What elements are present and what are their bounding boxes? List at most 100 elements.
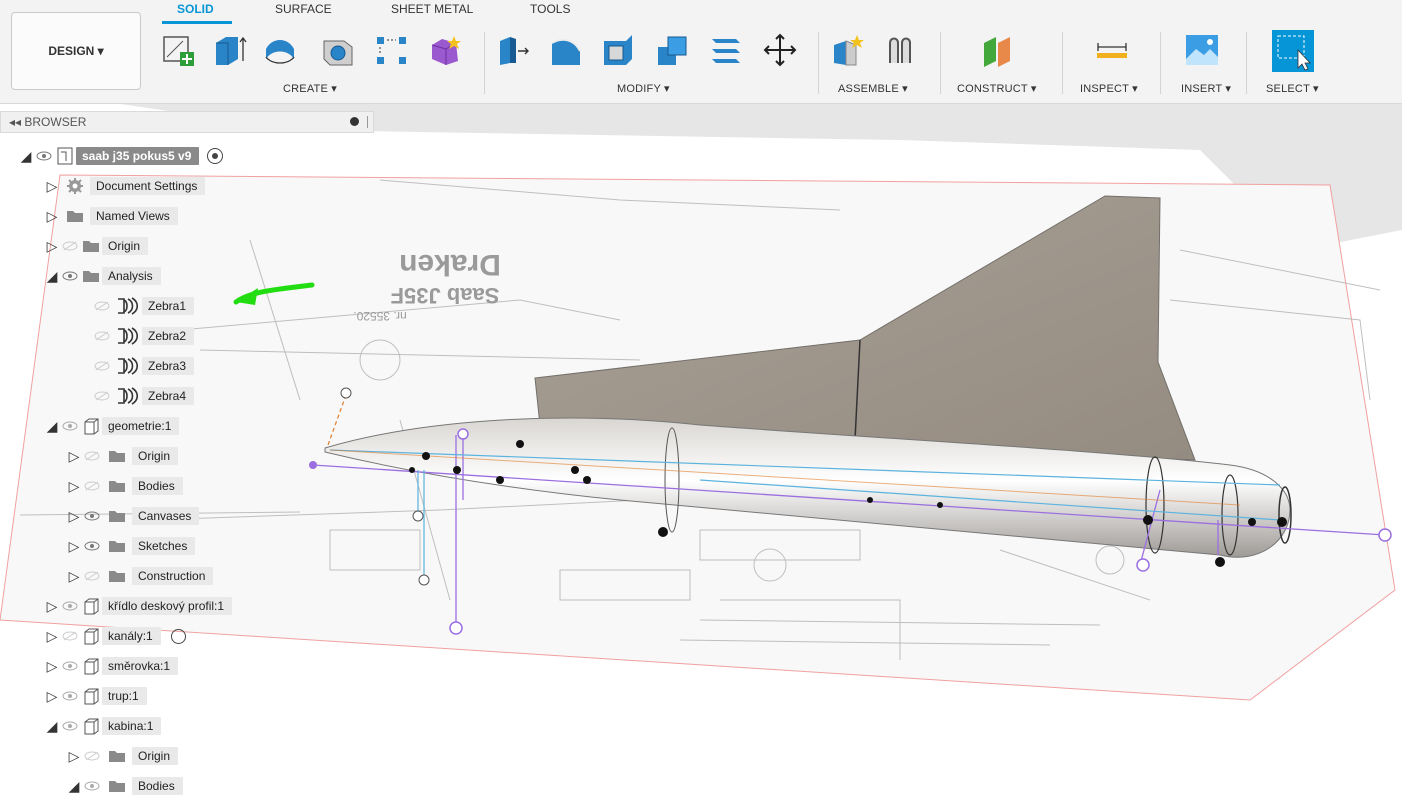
tree-item-geometrie[interactable]: ◢ geometrie:1 <box>44 415 180 437</box>
eye-icon[interactable] <box>82 776 102 796</box>
create-menu[interactable]: CREATE ▾ <box>283 82 337 95</box>
eye-hidden-icon[interactable] <box>60 236 80 256</box>
collapse-arrow-icon[interactable]: ◢ <box>44 418 60 435</box>
move-icon[interactable] <box>762 32 798 68</box>
workspace-switcher-button[interactable]: DESIGN ▾ <box>11 12 141 90</box>
create-sketch-icon[interactable] <box>160 32 196 68</box>
eye-icon[interactable] <box>60 266 80 286</box>
eye-icon[interactable] <box>60 656 80 676</box>
activate-radio-icon[interactable] <box>207 148 224 164</box>
eye-hidden-icon[interactable] <box>92 326 112 346</box>
new-component-icon[interactable] <box>830 32 866 68</box>
eye-hidden-icon[interactable] <box>92 296 112 316</box>
eye-hidden-icon[interactable] <box>82 746 102 766</box>
eye-hidden-icon[interactable] <box>82 446 102 466</box>
eye-hidden-icon[interactable] <box>92 356 112 376</box>
eye-hidden-icon[interactable] <box>82 476 102 496</box>
viewport-canvas[interactable]: Draken Saab J35F nr. 35520. <box>0 104 1402 806</box>
eye-icon[interactable] <box>82 536 102 556</box>
collapse-arrow-icon[interactable]: ◢ <box>18 148 34 165</box>
tree-item-label: kanály:1 <box>102 627 161 645</box>
pattern-icon[interactable] <box>374 32 410 68</box>
eye-icon[interactable] <box>60 596 80 616</box>
tree-item-origin-3[interactable]: ▷ Origin <box>66 745 179 767</box>
tree-item-canvases[interactable]: ▷ Canvases <box>66 505 200 527</box>
fillet-icon[interactable] <box>548 32 584 68</box>
eye-hidden-icon[interactable] <box>60 626 80 646</box>
expand-arrow-icon[interactable]: ▷ <box>44 178 60 195</box>
tree-item-zebra4[interactable]: Zebra4 <box>92 385 195 407</box>
combine-icon[interactable] <box>654 32 690 68</box>
joint-icon[interactable] <box>882 32 918 68</box>
split-body-icon[interactable] <box>708 32 744 68</box>
measure-icon[interactable] <box>1094 32 1130 68</box>
hole-icon[interactable] <box>320 32 356 68</box>
folder-icon <box>102 446 132 466</box>
modify-menu[interactable]: MODIFY ▾ <box>617 82 670 95</box>
tree-item-origin-2[interactable]: ▷ Origin <box>66 445 179 467</box>
expand-arrow-icon[interactable]: ▷ <box>44 208 60 225</box>
tree-item-construction[interactable]: ▷ Construction <box>66 565 214 587</box>
browser-header[interactable]: ◂◂ BROWSER <box>0 111 374 133</box>
select-menu[interactable]: SELECT ▾ <box>1266 82 1319 95</box>
tree-item-zebra1[interactable]: Zebra1 <box>92 295 195 317</box>
tree-item-bodies-2[interactable]: ◢ Bodies <box>44 775 183 797</box>
tab-solid[interactable]: SOLID <box>177 2 214 16</box>
collapse-arrow-icon[interactable]: ◢ <box>44 268 60 285</box>
extrude-icon[interactable] <box>212 32 248 68</box>
tree-item-sketches[interactable]: ▷ Sketches <box>66 535 196 557</box>
expand-arrow-icon[interactable]: ▷ <box>44 628 60 645</box>
browser-pin-icon[interactable] <box>350 117 359 126</box>
expand-arrow-icon[interactable]: ▷ <box>66 448 82 465</box>
eye-icon[interactable] <box>60 716 80 736</box>
insert-menu[interactable]: INSERT ▾ <box>1181 82 1231 95</box>
tree-item-kanaly[interactable]: ▷ kanály:1 <box>44 625 186 647</box>
collapse-arrow-icon[interactable]: ◢ <box>44 718 60 735</box>
shell-icon[interactable] <box>600 32 636 68</box>
tree-item-label: Zebra3 <box>142 357 195 375</box>
inspect-menu[interactable]: INSPECT ▾ <box>1080 82 1138 95</box>
select-icon[interactable] <box>1270 28 1316 74</box>
expand-arrow-icon[interactable]: ▷ <box>66 478 82 495</box>
tree-item-trup[interactable]: ▷ trup:1 <box>44 685 147 707</box>
revolve-icon[interactable] <box>262 32 298 68</box>
insert-image-icon[interactable] <box>1184 32 1220 68</box>
tab-tools[interactable]: TOOLS <box>530 2 570 16</box>
expand-arrow-icon[interactable]: ▷ <box>44 688 60 705</box>
eye-icon[interactable] <box>60 416 80 436</box>
eye-icon[interactable] <box>82 506 102 526</box>
tree-item-document-settings[interactable]: ▷ Document Settings <box>44 175 206 197</box>
tree-item-analysis[interactable]: ◢ Analysis <box>44 265 161 287</box>
tree-item-zebra3[interactable]: Zebra3 <box>92 355 195 377</box>
tab-surface[interactable]: SURFACE <box>275 2 332 16</box>
eye-icon[interactable] <box>34 146 54 166</box>
tree-item-smerovka[interactable]: ▷ směrovka:1 <box>44 655 179 677</box>
tree-item-zebra2[interactable]: Zebra2 <box>92 325 195 347</box>
collapse-arrow-icon[interactable]: ◢ <box>66 778 82 795</box>
create-form-icon[interactable] <box>428 32 464 68</box>
expand-arrow-icon[interactable]: ▷ <box>44 238 60 255</box>
press-pull-icon[interactable] <box>496 32 532 68</box>
tab-sheet-metal[interactable]: SHEET METAL <box>391 2 473 16</box>
tree-item-kridlo[interactable]: ▷ křídlo deskový profil:1 <box>44 595 233 617</box>
expand-arrow-icon[interactable]: ▷ <box>66 568 82 585</box>
eye-hidden-icon[interactable] <box>92 386 112 406</box>
tree-root[interactable]: ◢ saab j35 pokus5 v9 <box>18 145 224 167</box>
tree-item-origin[interactable]: ▷ Origin <box>44 235 149 257</box>
expand-arrow-icon[interactable]: ▷ <box>44 598 60 615</box>
tree-item-kabina[interactable]: ◢ kabina:1 <box>44 715 162 737</box>
eye-icon[interactable] <box>60 686 80 706</box>
folder-icon <box>102 566 132 586</box>
activate-radio-icon[interactable] <box>170 628 186 644</box>
tree-item-label: kabina:1 <box>102 717 162 735</box>
construct-menu[interactable]: CONSTRUCT ▾ <box>957 82 1037 95</box>
expand-arrow-icon[interactable]: ▷ <box>66 538 82 555</box>
tree-item-named-views[interactable]: ▷ Named Views <box>44 205 178 227</box>
expand-arrow-icon[interactable]: ▷ <box>66 508 82 525</box>
assemble-menu[interactable]: ASSEMBLE ▾ <box>838 82 908 95</box>
tree-item-bodies[interactable]: ▷ Bodies <box>66 475 183 497</box>
eye-hidden-icon[interactable] <box>82 566 102 586</box>
offset-plane-icon[interactable] <box>980 32 1016 68</box>
expand-arrow-icon[interactable]: ▷ <box>44 658 60 675</box>
expand-arrow-icon[interactable]: ▷ <box>66 748 82 765</box>
